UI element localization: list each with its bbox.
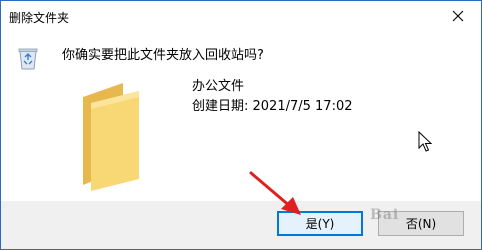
- watermark: Bai: [370, 207, 400, 223]
- delete-folder-dialog: 删除文件夹 你确实要把此文件夹放入回收站吗? 办公文件 创建日期: 2021/7…: [0, 0, 482, 250]
- dialog-title: 删除文件夹: [9, 11, 70, 25]
- close-button[interactable]: [435, 1, 481, 31]
- title-bar[interactable]: 删除文件夹: [1, 1, 481, 31]
- confirm-question: 你确实要把此文件夹放入回收站吗?: [62, 48, 264, 63]
- red-arrow-icon: [249, 171, 301, 215]
- mouse-cursor-icon: [418, 131, 433, 152]
- close-icon: [452, 10, 464, 22]
- item-created-date: 创建日期: 2021/7/5 17:02: [192, 99, 353, 114]
- item-name: 办公文件: [192, 79, 245, 94]
- folder-icon: [83, 83, 139, 191]
- recycle-bin-icon: [18, 48, 38, 70]
